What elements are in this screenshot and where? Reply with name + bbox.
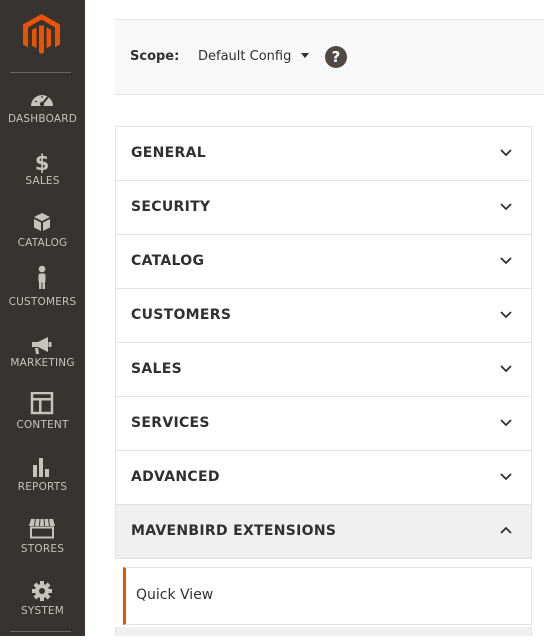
sidebar-item-stores[interactable]: STORES (0, 518, 85, 580)
scope-bar: Scope: Default Config ? (115, 19, 544, 95)
section-title: CUSTOMERS (131, 307, 232, 323)
layout-icon (28, 392, 56, 416)
scope-label: Scope: (130, 49, 180, 64)
section-title: MAVENBIRD EXTENSIONS (131, 523, 337, 539)
section-title: SALES (131, 361, 182, 377)
chevron-down-icon (500, 203, 512, 211)
config-sections: GENERAL SECURITY CATALOG CUSTOMERS SALES… (115, 126, 532, 559)
sidebar-item-label: CONTENT (16, 419, 69, 431)
chevron-down-icon (500, 311, 512, 319)
bar-chart-icon (28, 455, 56, 479)
section-catalog[interactable]: CATALOG (115, 234, 532, 288)
section-security[interactable]: SECURITY (115, 180, 532, 234)
sidebar-item-content[interactable]: CONTENT (0, 392, 85, 454)
sidebar-item-sales[interactable]: $ SALES (0, 150, 85, 212)
sidebar-item-label: MARKETING (10, 357, 75, 369)
chevron-up-icon (500, 526, 512, 534)
section-sales[interactable]: SALES (115, 342, 532, 396)
sidebar-bottom-divider (10, 631, 71, 632)
person-icon (28, 265, 56, 289)
chevron-down-icon (500, 473, 512, 481)
admin-sidebar: DASHBOARD $ SALES CATALOG CUSTOMERS MARK… (0, 0, 85, 636)
section-title: SERVICES (131, 415, 210, 431)
logo-divider (10, 72, 71, 73)
sidebar-item-customers[interactable]: CUSTOMERS (0, 265, 85, 327)
magento-logo-icon[interactable] (23, 14, 60, 55)
sidebar-item-label: CUSTOMERS (8, 296, 77, 308)
sidebar-item-label: SYSTEM (20, 605, 65, 617)
sidebar-item-marketing[interactable]: MARKETING (0, 336, 85, 398)
sidebar-item-label: DASHBOARD (7, 113, 78, 125)
section-advanced[interactable]: ADVANCED (115, 450, 532, 504)
subitem-label: Quick View (136, 587, 214, 603)
section-services[interactable]: SERVICES (115, 396, 532, 450)
sidebar-item-label: CATALOG (17, 237, 68, 249)
scope-value: Default Config (198, 49, 292, 64)
sidebar-item-label: STORES (20, 543, 65, 555)
svg-text:$: $ (35, 151, 50, 174)
dollar-icon: $ (28, 150, 56, 174)
sidebar-item-dashboard[interactable]: DASHBOARD (0, 88, 85, 150)
section-general[interactable]: GENERAL (115, 126, 532, 180)
caret-down-icon (301, 53, 310, 58)
gear-icon (28, 580, 56, 604)
chevron-down-icon (500, 365, 512, 373)
section-title: CATALOG (131, 253, 205, 269)
dashboard-gauge-icon (28, 88, 56, 112)
sidebar-item-reports[interactable]: REPORTS (0, 455, 85, 517)
chevron-down-icon (500, 149, 512, 157)
section-mavenbird-extensions[interactable]: MAVENBIRD EXTENSIONS (115, 504, 532, 559)
box-icon (28, 212, 56, 236)
storefront-icon (28, 518, 56, 542)
section-title: ADVANCED (131, 469, 220, 485)
section-customers[interactable]: CUSTOMERS (115, 288, 532, 342)
sidebar-item-system[interactable]: SYSTEM (0, 580, 85, 642)
sidebar-item-label: REPORTS (17, 481, 68, 493)
subitem-quick-view[interactable]: Quick View (123, 567, 532, 625)
next-item-strip (115, 627, 532, 636)
sidebar-item-label: SALES (25, 175, 60, 187)
chevron-down-icon (500, 419, 512, 427)
scope-switcher-dropdown[interactable]: Default Config (198, 49, 310, 64)
help-icon[interactable]: ? (325, 46, 347, 68)
section-title: GENERAL (131, 145, 206, 161)
chevron-down-icon (500, 257, 512, 265)
section-title: SECURITY (131, 199, 211, 215)
